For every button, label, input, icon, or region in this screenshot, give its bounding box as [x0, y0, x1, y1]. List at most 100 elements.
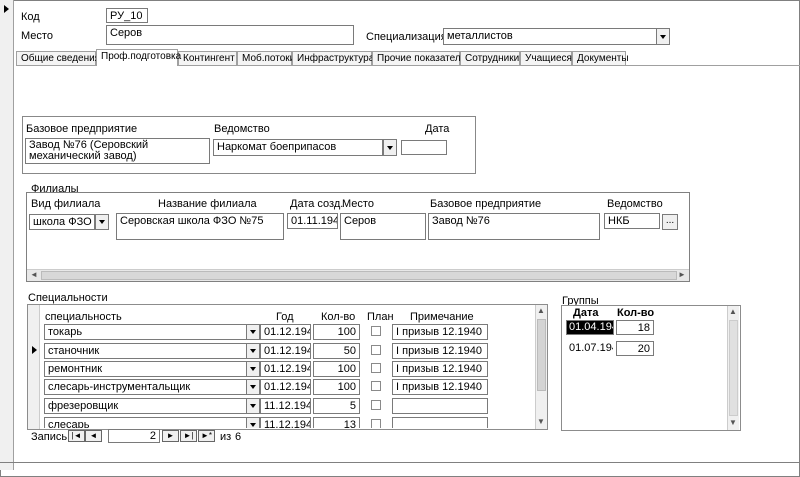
record-selector[interactable]: [0, 0, 800, 470]
spec-combo[interactable]: ремонтник: [44, 361, 247, 377]
year-field[interactable]: 01.12.1940: [260, 343, 311, 359]
spec-combo[interactable]: токарь: [44, 324, 247, 340]
plan-checkbox[interactable]: [371, 326, 381, 336]
filial-name-field[interactable]: Серовская школа ФЗО №75: [116, 213, 284, 240]
plan-checkbox[interactable]: [371, 419, 381, 428]
filial-ved-header: Ведомство: [607, 198, 663, 210]
spec-col-header: специальность: [45, 311, 122, 323]
filials-hscrollbar[interactable]: ◄ ►: [27, 269, 689, 281]
specialties-row-selectors[interactable]: [28, 305, 40, 429]
group-date-field[interactable]: 01.07.1944: [566, 341, 614, 356]
next-record-icon[interactable]: ►: [162, 430, 179, 442]
filial-type-combo[interactable]: школа ФЗО: [29, 214, 95, 230]
table-row[interactable]: станочник 01.12.1940 50 I призыв 12.1940: [41, 342, 541, 360]
plan-checkbox[interactable]: [371, 381, 381, 391]
table-row[interactable]: слесарь-инструментальщик 01.12.1940 100 …: [41, 378, 541, 396]
scroll-right-icon[interactable]: ►: [677, 270, 687, 280]
note-field[interactable]: I призыв 12.1940: [392, 324, 488, 340]
scroll-up-icon[interactable]: ▲: [728, 307, 738, 317]
new-record-icon[interactable]: ►*: [198, 430, 215, 442]
count-field[interactable]: 100: [313, 324, 360, 340]
count-field[interactable]: 100: [313, 361, 360, 377]
record-of-label: из: [220, 431, 232, 443]
last-record-icon[interactable]: ►|: [180, 430, 197, 442]
tab-prof-training[interactable]: Проф.подготовка: [96, 49, 181, 66]
tab-mob-flows[interactable]: Моб.потоки: [237, 51, 295, 66]
record-total: 6: [235, 431, 242, 443]
note-field[interactable]: I призыв 12.1940: [392, 343, 488, 359]
table-row[interactable]: 01.07.1944 20: [563, 340, 663, 358]
count-field[interactable]: 50: [313, 343, 360, 359]
ved-dropdown-button[interactable]: [383, 139, 397, 156]
current-row-icon: [32, 346, 37, 354]
tab-infrastructure[interactable]: Инфраструктура: [292, 51, 374, 66]
filial-ved-field[interactable]: НКБ: [604, 213, 660, 229]
spec-combo[interactable]: станочник: [44, 343, 247, 359]
group-count-field[interactable]: 18: [616, 320, 654, 335]
ved-combo[interactable]: Наркомат боеприпасов: [213, 139, 383, 156]
scroll-left-icon[interactable]: ◄: [29, 270, 39, 280]
table-row[interactable]: фрезеровщик 11.12.1942 5: [41, 397, 541, 415]
spec-combo[interactable]: металлистов: [443, 28, 657, 45]
spec-dropdown-button[interactable]: [246, 398, 260, 414]
filial-date-field[interactable]: 01.11.1942: [287, 213, 338, 229]
scroll-up-icon[interactable]: ▲: [536, 306, 546, 316]
specialties-scroll-thumb[interactable]: [537, 319, 546, 391]
first-record-icon[interactable]: |◄: [68, 430, 85, 442]
tab-students[interactable]: Учащиеся: [520, 51, 572, 66]
spec-dropdown-button[interactable]: [656, 28, 670, 45]
prev-record-icon[interactable]: ◄: [85, 430, 102, 442]
filials-scroll-thumb[interactable]: [41, 271, 677, 280]
spec-combo[interactable]: слесарь-инструментальщик: [44, 379, 247, 395]
tab-contingent[interactable]: Контингент: [178, 51, 237, 66]
date-field[interactable]: [401, 140, 447, 155]
table-row[interactable]: ремонтник 01.12.1940 100 I призыв 12.194…: [41, 360, 541, 378]
filial-base-field[interactable]: Завод №76: [428, 213, 600, 240]
year-field[interactable]: 01.12.1940: [260, 324, 311, 340]
spec-dropdown-button[interactable]: [246, 361, 260, 377]
table-row[interactable]: слесарь 11.12.1942 13: [41, 416, 541, 428]
year-field[interactable]: 01.12.1940: [260, 379, 311, 395]
spec-dropdown-button[interactable]: [246, 417, 260, 428]
filial-more-button[interactable]: ...: [662, 214, 678, 230]
tab-documents[interactable]: Документы: [572, 51, 629, 66]
tab-general[interactable]: Общие сведения: [16, 51, 100, 66]
tab-staff[interactable]: Сотрудники: [460, 51, 520, 66]
record-number-field[interactable]: 2: [108, 429, 160, 443]
note-field[interactable]: I призыв 12.1940: [392, 361, 488, 377]
scroll-down-icon[interactable]: ▼: [728, 418, 738, 428]
plan-checkbox[interactable]: [371, 345, 381, 355]
spec-dropdown-button[interactable]: [246, 324, 260, 340]
spec-combo[interactable]: слесарь: [44, 417, 247, 428]
kod-field[interactable]: РУ_10: [106, 8, 148, 23]
kod-label: Код: [21, 11, 40, 23]
note-field[interactable]: [392, 398, 488, 414]
groups-scroll-track[interactable]: [729, 320, 738, 416]
spec-dropdown-button[interactable]: [246, 343, 260, 359]
group-count-field[interactable]: 20: [616, 341, 654, 356]
table-row[interactable]: 01.04.1944 18: [563, 319, 663, 337]
year-field[interactable]: 11.12.1942: [260, 417, 311, 428]
groups-vscrollbar[interactable]: ▲ ▼: [727, 306, 739, 430]
note-field[interactable]: [392, 417, 488, 428]
plan-checkbox[interactable]: [371, 363, 381, 373]
filial-type-dropdown-button[interactable]: [95, 214, 109, 230]
mesto-field[interactable]: Серов: [106, 25, 354, 45]
count-field[interactable]: 5: [313, 398, 360, 414]
note-field[interactable]: I призыв 12.1940: [392, 379, 488, 395]
tab-other-indicators[interactable]: Прочие показатели: [372, 51, 466, 66]
count-field[interactable]: 100: [313, 379, 360, 395]
specialties-vscrollbar[interactable]: ▲ ▼: [535, 305, 547, 429]
plan-checkbox[interactable]: [371, 400, 381, 410]
spec-dropdown-button[interactable]: [246, 379, 260, 395]
filial-place-field[interactable]: Серов: [340, 213, 426, 240]
year-field[interactable]: 01.12.1940: [260, 361, 311, 377]
base-enterprise-field[interactable]: Завод №76 (Серовский механический завод): [25, 138, 210, 164]
table-row[interactable]: токарь 01.12.1940 100 I призыв 12.1940: [41, 323, 541, 341]
mesto-label: Место: [21, 30, 53, 42]
year-field[interactable]: 11.12.1942: [260, 398, 311, 414]
spec-combo[interactable]: фрезеровщик: [44, 398, 247, 414]
count-field[interactable]: 13: [313, 417, 360, 428]
group-date-field[interactable]: 01.04.1944: [566, 320, 614, 335]
scroll-down-icon[interactable]: ▼: [536, 417, 546, 427]
